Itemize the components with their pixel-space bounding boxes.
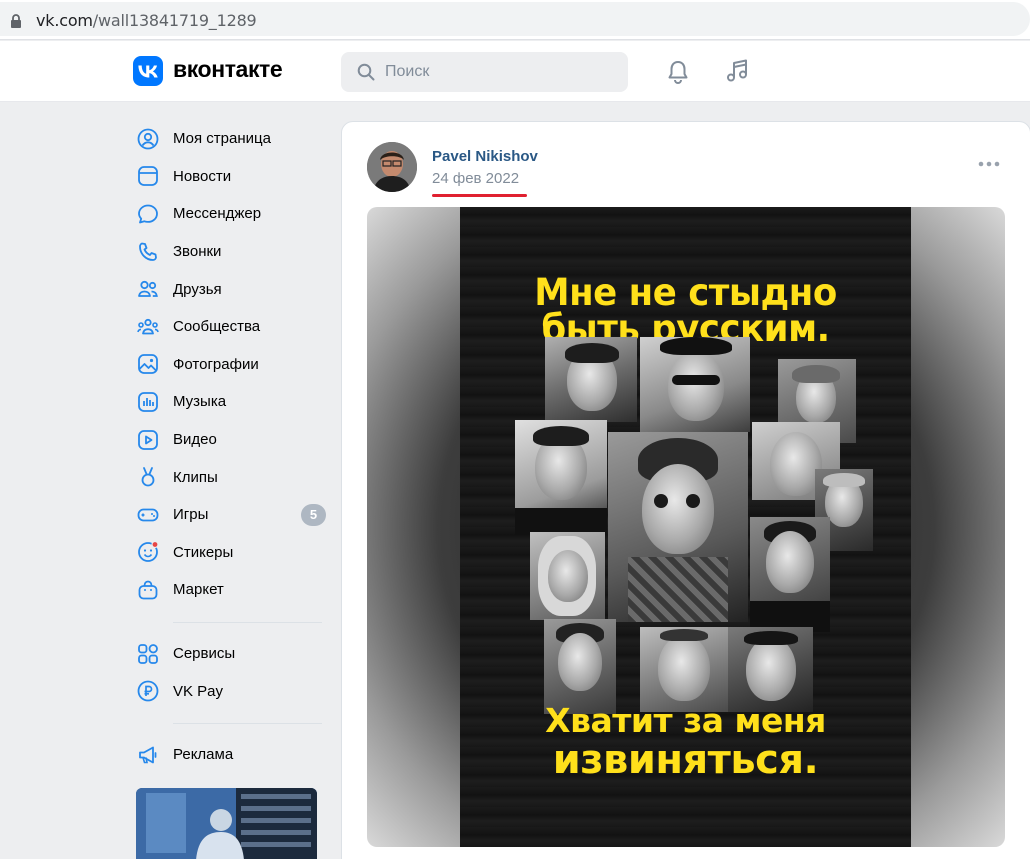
sidebar-item-label: Музыка bbox=[173, 393, 227, 411]
sidebar-item-clips[interactable]: Клипы bbox=[133, 458, 328, 496]
sidebar-item-friends[interactable]: Друзья bbox=[133, 270, 328, 308]
sidebar-item-label: Клипы bbox=[173, 468, 218, 486]
stickers-icon bbox=[138, 541, 159, 563]
sidebar-item-games[interactable]: Игры 5 bbox=[133, 496, 328, 534]
browser-address-bar: vk.com/wall13841719_1289 bbox=[0, 0, 1030, 40]
sidebar-item-label: VK Pay bbox=[173, 682, 224, 700]
sidebar-item-services[interactable]: Сервисы bbox=[133, 635, 328, 673]
portrait-photo bbox=[640, 627, 728, 712]
left-sidebar: Моя страница Новости Мессенджер Звонки Д… bbox=[133, 120, 328, 774]
clips-icon bbox=[141, 467, 155, 487]
portrait-photo bbox=[608, 432, 748, 622]
poster-bottom-line1: Хватит за меня bbox=[545, 701, 826, 740]
sidebar-item-messenger[interactable]: Мессенджер bbox=[133, 195, 328, 233]
search-box[interactable] bbox=[341, 52, 628, 92]
url-path: /wall13841719_1289 bbox=[92, 11, 257, 30]
sidebar-item-label: Мессенджер bbox=[173, 205, 262, 223]
sidebar-item-label: Маркет bbox=[173, 581, 224, 599]
portrait-photo bbox=[640, 337, 750, 432]
date-highlight-underline bbox=[432, 194, 527, 197]
phone-icon bbox=[139, 242, 157, 261]
sidebar-item-label: Звонки bbox=[173, 243, 222, 261]
lock-icon bbox=[11, 14, 21, 28]
games-icon bbox=[137, 508, 159, 522]
sidebar-item-label: Новости bbox=[173, 167, 232, 185]
sidebar-divider bbox=[173, 722, 322, 724]
portrait-photo bbox=[530, 532, 605, 620]
sidebar-item-label: Стикеры bbox=[173, 543, 234, 561]
logo-text[interactable]: вконтакте bbox=[173, 56, 283, 83]
games-count-badge: 5 bbox=[301, 503, 326, 526]
poster: Мне не стыдно быть русским. Хватит за ме… bbox=[460, 207, 911, 847]
vk-logo-icon[interactable] bbox=[133, 56, 163, 86]
post-card: Pavel Nikishov 24 фев 2022 Мне не стыдно… bbox=[341, 121, 1030, 859]
url-box[interactable]: vk.com/wall13841719_1289 bbox=[0, 2, 1030, 36]
poster-bottom-line2: извиняться. bbox=[552, 737, 819, 783]
friends-icon bbox=[138, 281, 158, 298]
sidebar-promo-image[interactable] bbox=[136, 788, 317, 859]
vk-header: вконтакте bbox=[0, 41, 1030, 102]
services-icon bbox=[138, 643, 158, 664]
portrait-photo bbox=[544, 619, 616, 714]
sidebar-item-label: Реклама bbox=[173, 746, 234, 764]
post-image[interactable]: Мне не стыдно быть русским. Хватит за ме… bbox=[367, 207, 1005, 847]
sidebar-item-calls[interactable]: Звонки bbox=[133, 233, 328, 271]
sidebar-item-my-page[interactable]: Моя страница bbox=[133, 120, 328, 158]
sidebar-item-vkpay[interactable]: VK Pay bbox=[133, 672, 328, 710]
sidebar-item-news[interactable]: Новости bbox=[133, 158, 328, 196]
portrait-photo bbox=[545, 337, 637, 422]
post-date[interactable]: 24 фев 2022 bbox=[432, 170, 519, 187]
search-input[interactable] bbox=[385, 52, 615, 92]
sidebar-item-label: Друзья bbox=[173, 280, 222, 298]
communities-icon bbox=[137, 318, 159, 335]
sidebar-item-label: Сервисы bbox=[173, 645, 236, 663]
user-circle-icon bbox=[137, 128, 159, 150]
more-options-icon[interactable] bbox=[978, 160, 1000, 168]
sidebar-item-ads[interactable]: Реклама bbox=[133, 736, 328, 774]
portrait-photo bbox=[515, 420, 607, 535]
sidebar-divider bbox=[173, 621, 322, 623]
sidebar-item-label: Видео bbox=[173, 431, 217, 449]
portrait-photo bbox=[750, 517, 830, 632]
author-avatar[interactable] bbox=[367, 142, 417, 192]
sidebar-item-label: Игры bbox=[173, 506, 209, 524]
news-icon bbox=[138, 166, 158, 187]
bell-icon[interactable] bbox=[664, 58, 692, 86]
search-icon bbox=[357, 63, 375, 81]
poster-headline-line1: Мне не стыдно bbox=[534, 271, 837, 314]
sidebar-item-video[interactable]: Видео bbox=[133, 421, 328, 459]
sidebar-item-communities[interactable]: Сообщества bbox=[133, 308, 328, 346]
music-note-icon[interactable] bbox=[723, 57, 751, 85]
video-icon bbox=[138, 429, 158, 450]
sidebar-item-photos[interactable]: Фотографии bbox=[133, 346, 328, 384]
url-host: vk.com bbox=[36, 11, 93, 30]
music-icon bbox=[138, 392, 158, 412]
portrait-photo bbox=[728, 627, 813, 712]
sidebar-item-music[interactable]: Музыка bbox=[133, 383, 328, 421]
sidebar-item-stickers[interactable]: Стикеры bbox=[133, 534, 328, 572]
sidebar-item-market[interactable]: Маркет bbox=[133, 571, 328, 609]
sidebar-item-label: Сообщества bbox=[173, 318, 261, 336]
photos-icon bbox=[138, 354, 158, 375]
sidebar-item-label: Моя страница bbox=[173, 130, 271, 148]
market-icon bbox=[138, 580, 158, 600]
message-icon bbox=[138, 204, 158, 224]
url-text[interactable]: vk.com/wall13841719_1289 bbox=[36, 11, 257, 30]
megaphone-icon bbox=[139, 746, 157, 764]
sidebar-item-label: Фотографии bbox=[173, 355, 259, 373]
vkpay-icon bbox=[137, 680, 159, 702]
post-author-name[interactable]: Pavel Nikishov bbox=[432, 148, 538, 165]
